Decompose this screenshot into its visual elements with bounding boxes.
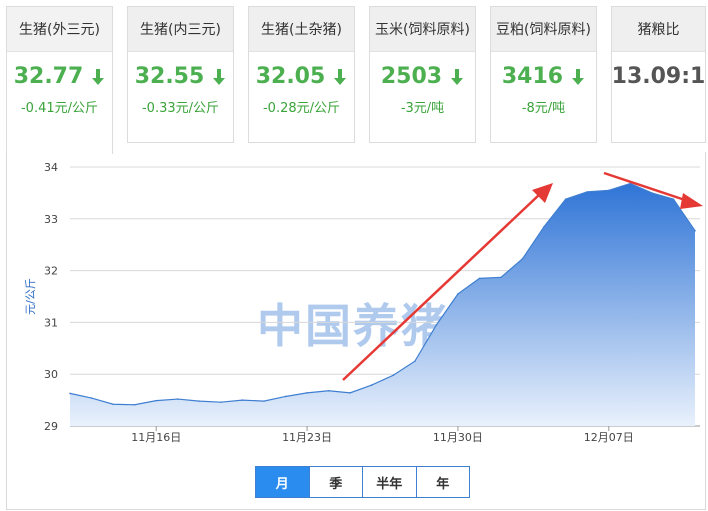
tab-price: 32.77 xyxy=(7,64,112,89)
y-tick-label: 29 xyxy=(44,420,58,433)
y-tick-label: 34 xyxy=(44,161,58,174)
tab-change: -3元/吨 xyxy=(400,101,445,116)
y-tick-label: 32 xyxy=(44,265,58,278)
tab-change: -8元/吨 xyxy=(521,101,566,116)
data-point xyxy=(69,392,71,395)
tab-change: -0.41元/公斤 xyxy=(20,101,99,116)
tab-label: 玉米(饲料原料) xyxy=(370,7,475,52)
price-value: 3416 xyxy=(501,64,564,89)
data-point xyxy=(543,225,545,228)
data-point xyxy=(90,397,93,399)
down-arrow-icon xyxy=(451,68,464,85)
data-point xyxy=(220,401,222,403)
data-point xyxy=(241,399,244,401)
tab-pig-grain-ratio[interactable]: 猪粮比 13.09:1 xyxy=(611,6,706,143)
data-point xyxy=(478,277,481,280)
x-tick-label: 11月16日 xyxy=(131,431,181,444)
price-value: 32.77 xyxy=(13,64,84,89)
data-point xyxy=(414,360,416,363)
range-halfyear-button[interactable]: 半年 xyxy=(362,467,416,497)
tab-pig-inner[interactable]: 生猪(内三元) 32.55 -0.33元/公斤 xyxy=(127,6,234,143)
tab-soymeal[interactable]: 豆粕(饲料原料) 3416 -8元/吨 xyxy=(490,6,597,143)
data-point xyxy=(694,229,696,232)
tab-change: -0.33元/公斤 xyxy=(141,101,220,116)
data-point xyxy=(586,191,589,193)
data-point xyxy=(198,400,201,402)
data-point xyxy=(133,403,136,406)
tab-label: 猪粮比 xyxy=(612,7,705,52)
y-tick-label: 33 xyxy=(44,213,58,226)
data-point xyxy=(651,192,653,194)
down-arrow-icon xyxy=(572,68,585,85)
data-point xyxy=(112,403,114,406)
x-tick-label: 11月23日 xyxy=(282,431,332,444)
tab-price: 32.55 xyxy=(128,64,233,89)
data-point xyxy=(155,399,158,402)
data-point xyxy=(263,400,265,402)
data-point xyxy=(284,395,287,398)
data-point xyxy=(672,198,675,200)
tab-label: 豆粕(饲料原料) xyxy=(491,7,596,52)
data-point xyxy=(392,374,395,377)
price-value: 32.55 xyxy=(134,64,205,89)
y-tick-label: 31 xyxy=(44,316,58,329)
tab-price: 32.05 xyxy=(249,64,354,89)
data-point xyxy=(349,392,351,394)
tab-corn[interactable]: 玉米(饲料原料) 2503 -3元/吨 xyxy=(369,6,476,143)
range-month-button[interactable]: 月 xyxy=(256,467,309,497)
data-point xyxy=(457,293,459,295)
data-point xyxy=(500,276,502,279)
tab-label: 生猪(外三元) xyxy=(7,7,112,52)
data-point xyxy=(564,198,567,200)
x-tick-label: 11月30日 xyxy=(433,431,483,444)
tab-label: 生猪(土杂猪) xyxy=(249,7,354,52)
tab-price: 2503 xyxy=(370,64,475,89)
down-arrow-icon xyxy=(334,68,347,85)
tab-label: 生猪(内三元) xyxy=(128,7,233,52)
data-point xyxy=(370,384,373,386)
series-area xyxy=(70,183,695,426)
range-selector: 月 季 半年 年 xyxy=(255,466,470,498)
data-point xyxy=(521,257,524,260)
price-area-chart: 29 30 31 32 33 34 11月16日 11月23日 11月30日 12月07日 元/公斤 xyxy=(24,161,703,444)
y-axis-label: 元/公斤 xyxy=(24,278,37,315)
tab-pig-outer[interactable]: 生猪(外三元) 32.77 -0.41元/公斤 xyxy=(6,6,113,154)
tab-change: -0.28元/公斤 xyxy=(262,101,341,116)
tab-price: 13.09:1 xyxy=(611,64,706,89)
y-tick-label: 30 xyxy=(44,368,58,381)
tab-price: 3416 xyxy=(491,64,596,89)
x-tick-label: 12月07日 xyxy=(584,431,634,444)
tab-pig-local[interactable]: 生猪(土杂猪) 32.05 -0.28元/公斤 xyxy=(248,6,355,143)
range-quarter-button[interactable]: 季 xyxy=(308,467,363,497)
data-point xyxy=(327,389,330,392)
down-arrow-icon xyxy=(213,68,226,85)
data-point xyxy=(435,324,438,326)
data-point xyxy=(176,398,179,400)
data-point xyxy=(306,392,308,394)
fall-arrow-head xyxy=(680,193,703,209)
range-year-button[interactable]: 年 xyxy=(415,467,470,497)
price-value: 13.09:1 xyxy=(611,64,706,89)
data-point xyxy=(607,189,610,192)
price-value: 32.05 xyxy=(255,64,326,89)
price-value: 2503 xyxy=(380,64,443,89)
down-arrow-icon xyxy=(92,68,105,85)
